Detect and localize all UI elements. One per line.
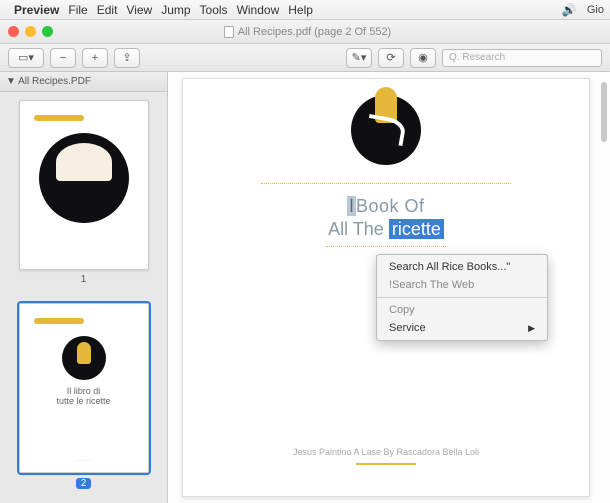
window-titlebar: All Recipes.pdf (page 2 Of 552) xyxy=(0,20,610,44)
marker-icon: ◉ xyxy=(418,51,428,64)
thumbnail-page-2[interactable]: Il libro ditutte le ricette · · · · · · xyxy=(19,303,149,473)
zoom-in-icon: + xyxy=(92,52,98,64)
sidebar-title[interactable]: ▼ All Recipes.PDF xyxy=(0,72,167,92)
zoom-in-button[interactable]: + xyxy=(82,48,108,68)
menu-service[interactable]: Service▶ xyxy=(377,319,547,337)
selected-text[interactable]: ricette xyxy=(389,219,444,239)
thumbnail-label: 2 xyxy=(76,478,92,489)
window-title: All Recipes.pdf (page 2 Of 552) xyxy=(238,26,391,38)
minimize-button[interactable] xyxy=(25,26,36,37)
submenu-arrow-icon: ▶ xyxy=(528,323,535,334)
menu-file[interactable]: File xyxy=(68,3,87,17)
volume-icon[interactable]: 🔊 xyxy=(562,3,577,17)
zoom-out-icon: − xyxy=(60,52,66,64)
menu-search-books[interactable]: Search All Rice Books..." xyxy=(377,258,547,276)
thumbnail-page-1[interactable] xyxy=(19,100,149,270)
sidebar: ▼ All Recipes.PDF 1 Il libro ditutte le … xyxy=(0,72,168,503)
close-button[interactable] xyxy=(8,26,19,37)
view-mode-button[interactable]: ▭▾ xyxy=(8,48,44,68)
clock-label: Gio xyxy=(587,4,604,16)
app-name[interactable]: Preview xyxy=(14,3,59,17)
pencil-icon: ✎▾ xyxy=(352,51,367,64)
rotate-icon: ⟳ xyxy=(386,51,395,64)
traffic-lights xyxy=(8,26,53,37)
share-button[interactable]: ⇪ xyxy=(114,48,140,68)
menu-view[interactable]: View xyxy=(126,3,152,17)
menu-help[interactable]: Help xyxy=(288,3,313,17)
search-input[interactable]: Q. Research xyxy=(442,49,602,67)
cover-logo xyxy=(351,95,421,165)
search-placeholder: Q. Research xyxy=(449,52,505,63)
menu-tools[interactable]: Tools xyxy=(200,3,228,17)
menu-search-web[interactable]: !Search The Web xyxy=(377,276,547,294)
rotate-button[interactable]: ⟳ xyxy=(378,48,404,68)
annotate-button[interactable]: ◉ xyxy=(410,48,436,68)
context-menu: Search All Rice Books..." !Search The We… xyxy=(376,254,548,341)
markup-button[interactable]: ✎▾ xyxy=(346,48,372,68)
menu-jump[interactable]: Jump xyxy=(161,3,190,17)
zoom-out-button[interactable]: − xyxy=(50,48,76,68)
menu-edit[interactable]: Edit xyxy=(97,3,118,17)
menu-window[interactable]: Window xyxy=(237,3,280,17)
thumbnail-label: 1 xyxy=(8,274,159,285)
scrollbar-thumb[interactable] xyxy=(601,82,607,142)
toolbar: ▭▾ − + ⇪ ✎▾ ⟳ ◉ Q. Research xyxy=(0,44,610,72)
document-icon xyxy=(224,26,234,38)
menubar: Preview File Edit View Jump Tools Window… xyxy=(0,0,610,20)
book-title: lBook Of All The ricette xyxy=(223,196,549,240)
footer-credit: Jesus Paintino A Lase By Rascadora Bella… xyxy=(223,447,549,457)
menu-copy[interactable]: Copy xyxy=(377,301,547,319)
menu-separator xyxy=(377,297,547,298)
document-view[interactable]: lBook Of All The ricette Jesus Paintino … xyxy=(168,72,610,503)
zoom-button[interactable] xyxy=(42,26,53,37)
thumbnail-list[interactable]: 1 Il libro ditutte le ricette · · · · · … xyxy=(0,92,167,503)
share-icon: ⇪ xyxy=(122,51,131,64)
